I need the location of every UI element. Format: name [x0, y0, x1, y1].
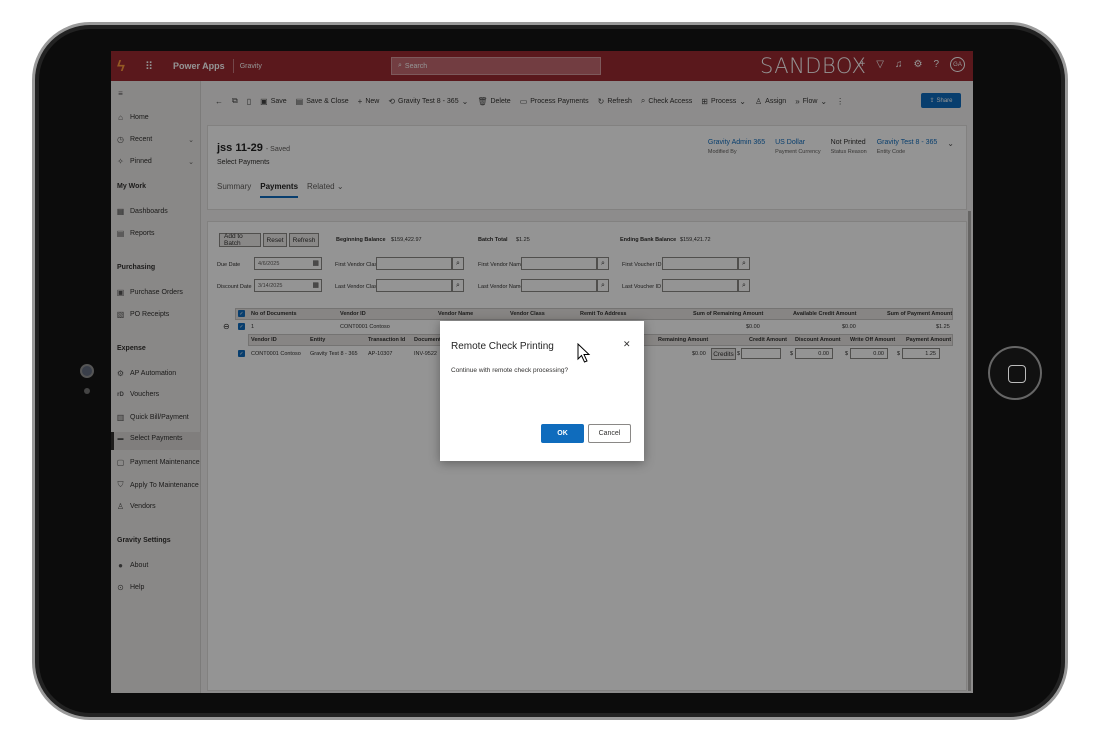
dialog-title: Remote Check Printing: [451, 341, 554, 352]
dialog-message: Continue with remote check processing?: [451, 367, 569, 374]
camera-lens: [80, 364, 94, 378]
home-button-square-icon: [1008, 365, 1026, 383]
mouse-cursor-icon: [577, 343, 591, 363]
home-button[interactable]: [988, 346, 1042, 400]
cancel-button[interactable]: Cancel: [588, 424, 631, 443]
ok-button[interactable]: OK: [541, 424, 584, 443]
remote-check-printing-dialog: Remote Check Printing ✕ Continue with re…: [440, 321, 644, 461]
tablet-screen: ϟ ⠿ Power Apps Gravity ⌕ Search SANDBOX …: [111, 51, 973, 693]
camera-sensor: [84, 388, 90, 394]
close-icon[interactable]: ✕: [623, 339, 631, 350]
